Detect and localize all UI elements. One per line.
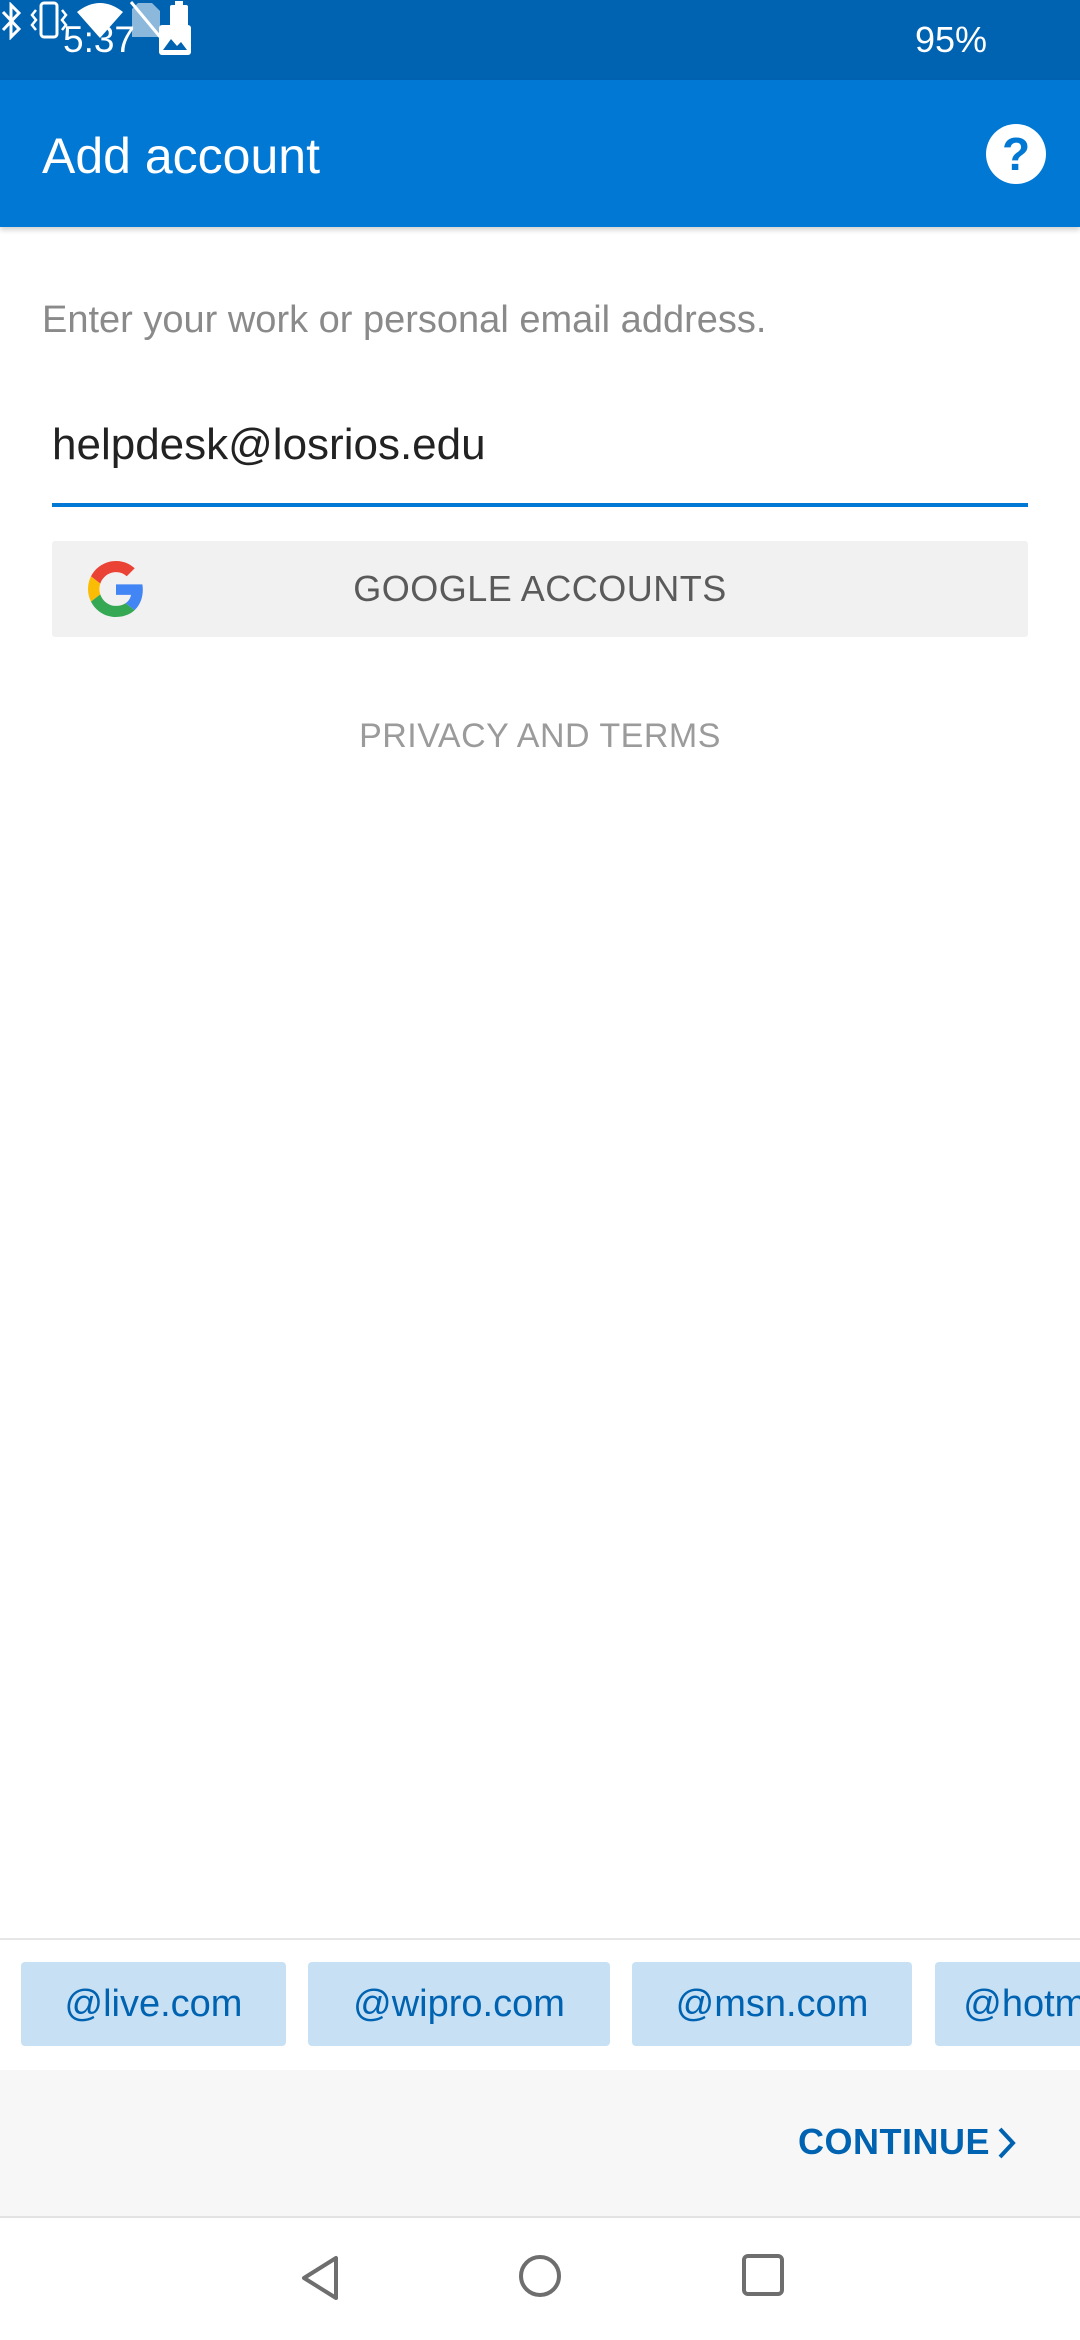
footer-bar: CONTINUE [0,2070,1080,2218]
instructions-text: Enter your work or personal email addres… [42,299,767,341]
privacy-and-terms-link[interactable]: PRIVACY AND TERMS [0,712,1080,760]
status-time: 5:37 [63,19,136,60]
help-button[interactable]: ? [986,124,1046,184]
chevron-right-icon [998,2127,1016,2159]
system-navigation-bar [0,2218,1080,2340]
continue-button[interactable]: CONTINUE [780,2114,1030,2170]
google-g-icon [88,561,143,617]
battery-percentage: 95% [915,19,988,60]
home-icon[interactable] [516,2252,564,2300]
bluetooth-icon [1,1,22,41]
suggestion-chip-hotmail[interactable]: @hotmail.com [935,1962,1080,2046]
email-field-underline [52,503,1028,507]
help-icon: ? [1001,128,1031,180]
recents-icon[interactable] [740,2252,786,2298]
suggestion-chip-live[interactable]: @live.com [21,1962,286,2046]
page-title: Add account [42,128,320,184]
domain-suggestion-bar[interactable]: @live.com @wipro.com @msn.com @hotmail.c… [0,1938,1080,2070]
suggestion-chip-wipro[interactable]: @wipro.com [308,1962,610,2046]
app-bar: Add account ? [0,80,1080,227]
image-icon [159,25,191,55]
google-accounts-label: GOOGLE ACCOUNTS [353,568,727,609]
google-accounts-button[interactable]: GOOGLE ACCOUNTS [52,541,1028,637]
continue-label: CONTINUE [798,2121,990,2162]
email-field[interactable] [52,412,1028,478]
back-icon[interactable] [296,2252,346,2304]
suggestion-chip-msn[interactable]: @msn.com [632,1962,912,2046]
status-bar: 5:37 95% [0,0,1080,80]
